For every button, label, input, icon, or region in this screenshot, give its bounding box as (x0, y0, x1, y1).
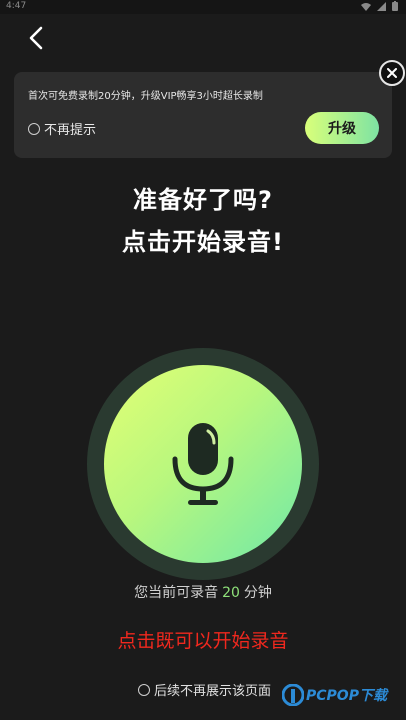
headline-line-1: 准备好了吗? (133, 186, 273, 214)
record-button[interactable] (104, 365, 302, 563)
status-icons (361, 1, 398, 11)
dont-remind-label: 不再提示 (44, 123, 97, 138)
status-bar: 4:47 (0, 0, 406, 14)
chevron-left-icon (29, 26, 43, 50)
close-icon (387, 68, 397, 78)
watermark: PCPOP下载 (282, 684, 387, 706)
close-banner-button[interactable] (379, 60, 405, 86)
headline-line-2: 点击开始录音! (122, 228, 284, 256)
back-button[interactable] (22, 24, 50, 52)
upgrade-button[interactable]: 升级 (305, 112, 379, 144)
wifi-icon (361, 2, 371, 11)
start-recording-hint: 点击既可以开始录音 (117, 630, 289, 652)
remaining-minutes: 20 (222, 585, 240, 601)
banner-text: 首次可免费录制20分钟，升级VIP畅享3小时超长录制 (28, 91, 263, 102)
dont-remind-checkbox[interactable]: 不再提示 (28, 119, 96, 138)
signal-icon (377, 1, 386, 11)
remaining-suffix: 分钟 (243, 585, 272, 601)
watermark-logo-icon (282, 684, 304, 706)
radio-icon (28, 122, 40, 135)
remaining-time: 您当前可录音 20 分钟 (0, 582, 406, 602)
battery-icon (392, 1, 398, 11)
microphone-icon (172, 423, 234, 505)
vip-banner: 首次可免费录制20分钟，升级VIP畅享3小时超长录制 不再提示 升级 (14, 72, 392, 158)
remaining-prefix: 您当前可录音 (134, 585, 219, 601)
status-time: 4:47 (6, 1, 27, 11)
radio-icon (138, 683, 150, 696)
no-show-label: 后续不再展示该页面 (154, 684, 272, 699)
watermark-text: PCPOP下载 (306, 688, 387, 704)
no-show-again-checkbox[interactable]: 后续不再展示该页面 (138, 680, 271, 699)
